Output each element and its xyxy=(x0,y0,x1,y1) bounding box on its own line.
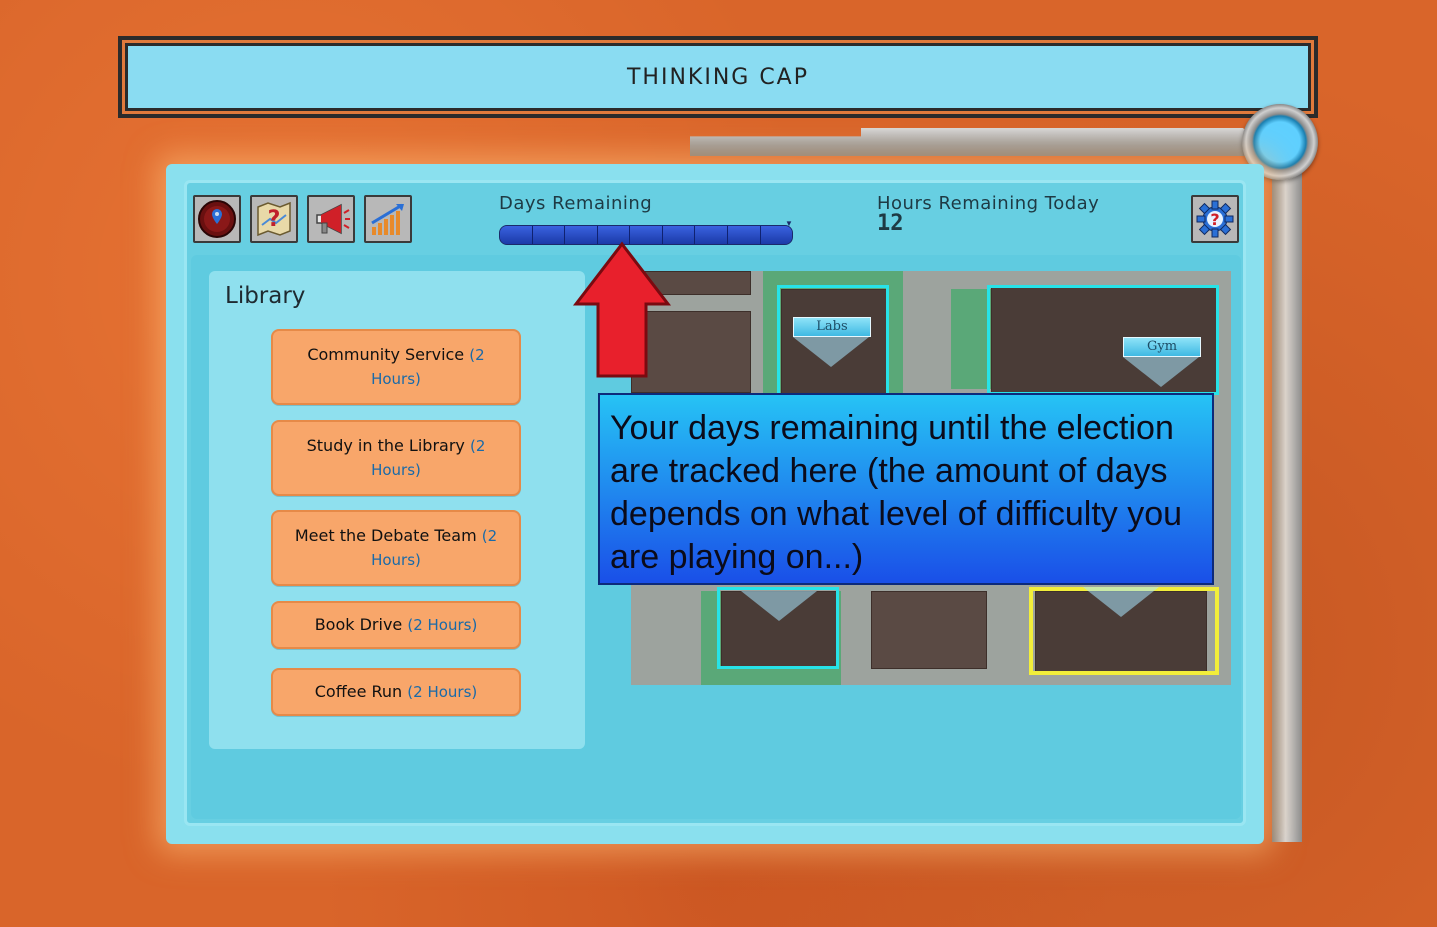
days-segment xyxy=(727,226,761,244)
map-pin-icon xyxy=(198,200,236,238)
help-map-button[interactable]: ? xyxy=(250,195,298,243)
svg-text:?: ? xyxy=(1210,210,1219,229)
megaphone-icon xyxy=(316,203,350,235)
library-panel: Library Community Service (2 Hours) Stud… xyxy=(209,271,585,749)
decorative-pipe-vertical xyxy=(1272,150,1302,842)
settings-button[interactable]: ? xyxy=(1191,195,1239,243)
activity-hours: (2 Hours) xyxy=(407,616,478,634)
game-title: THINKING CAP xyxy=(128,46,1308,108)
map-beam xyxy=(1083,587,1159,617)
days-marker-icon: ▼ xyxy=(785,219,793,228)
megaphone-button[interactable] xyxy=(307,195,355,243)
activity-name: Book Drive xyxy=(314,615,403,634)
stats-chart-icon xyxy=(371,203,404,235)
tutorial-arrow-icon xyxy=(572,241,672,378)
days-segment xyxy=(695,226,728,244)
title-border: THINKING CAP xyxy=(122,40,1314,114)
map-lawn xyxy=(951,289,991,389)
map-beam xyxy=(741,591,817,621)
activity-button-book-drive[interactable]: Book Drive (2 Hours) xyxy=(271,601,521,649)
stats-chart-button[interactable] xyxy=(364,195,412,243)
activity-name: Community Service xyxy=(307,345,465,364)
map-pin-button[interactable] xyxy=(193,195,241,243)
days-remaining-label: Days Remaining xyxy=(499,193,653,214)
svg-text:?: ? xyxy=(268,207,281,232)
help-map-icon: ? xyxy=(257,201,291,237)
days-segment xyxy=(532,226,566,244)
activity-button-study-library[interactable]: Study in the Library (2 Hours) xyxy=(271,420,521,496)
activity-name: Meet the Debate Team xyxy=(294,526,477,545)
hours-remaining-value: 12 xyxy=(877,211,904,236)
gym-label[interactable]: Gym xyxy=(1123,337,1201,357)
activity-hours: (2 Hours) xyxy=(407,683,478,701)
activity-name: Study in the Library xyxy=(306,436,465,455)
activity-button-debate-team[interactable]: Meet the Debate Team (2 Hours) xyxy=(271,510,521,586)
gym-beam xyxy=(1123,357,1199,387)
labs-beam xyxy=(793,337,869,367)
decorative-pipe-horizontal xyxy=(690,128,1260,156)
labs-label[interactable]: Labs xyxy=(793,317,871,337)
title-frame: THINKING CAP xyxy=(118,36,1318,118)
location-title: Library xyxy=(225,283,306,309)
activity-button-community-service[interactable]: Community Service (2 Hours) xyxy=(271,329,521,405)
activity-button-coffee-run[interactable]: Coffee Run (2 Hours) xyxy=(271,668,521,716)
days-segment xyxy=(500,226,533,244)
hours-remaining-label: Hours Remaining Today xyxy=(877,193,1100,214)
map-building xyxy=(871,591,987,669)
days-segment xyxy=(760,226,792,244)
activity-name: Coffee Run xyxy=(314,682,403,701)
tutorial-tooltip: Your days remaining until the election a… xyxy=(598,393,1214,585)
help-gear-icon: ? xyxy=(1196,200,1234,238)
